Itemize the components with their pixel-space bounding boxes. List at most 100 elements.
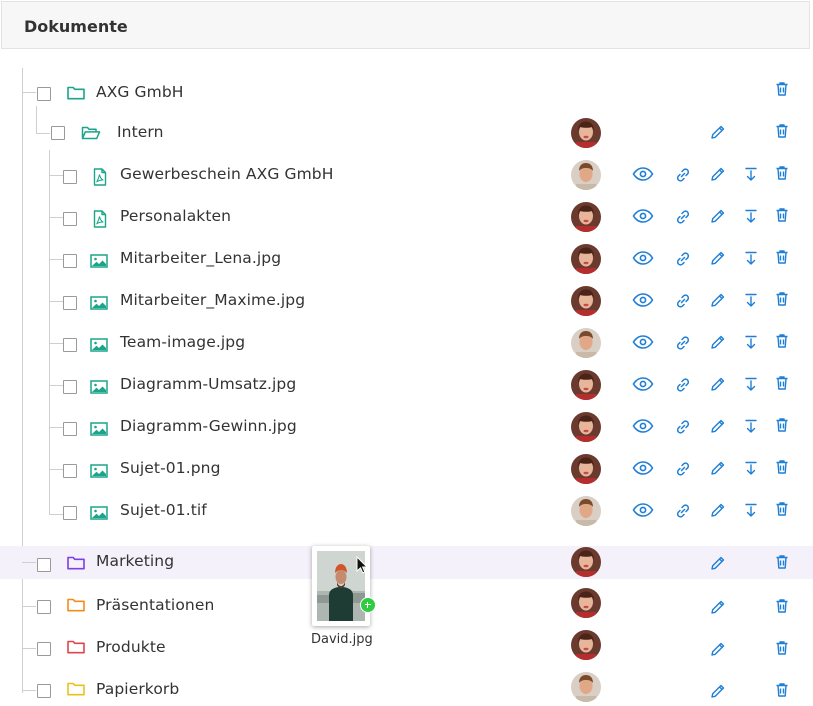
trash-icon[interactable] [773, 164, 791, 182]
eye-icon[interactable] [632, 375, 654, 393]
pencil-icon[interactable] [709, 417, 727, 435]
folder-name: Produkte [96, 638, 166, 656]
download-icon[interactable] [742, 501, 760, 519]
row-checkbox[interactable] [37, 600, 51, 614]
download-icon[interactable] [742, 249, 760, 267]
pencil-icon[interactable] [709, 249, 727, 267]
folder-icon [66, 637, 86, 657]
row-checkbox[interactable] [63, 464, 77, 478]
file-row[interactable]: Diagramm-Gewinn.jpg [0, 410, 813, 444]
trash-icon[interactable] [773, 500, 791, 518]
file-row[interactable]: Gewerbeschein AXG GmbH [0, 158, 813, 192]
row-checkbox[interactable] [63, 296, 77, 310]
eye-icon[interactable] [632, 291, 654, 309]
download-icon[interactable] [742, 375, 760, 393]
tree-row-produkte[interactable]: Produkte [0, 630, 813, 664]
pencil-icon[interactable] [709, 123, 727, 141]
link-icon[interactable] [674, 502, 692, 520]
pencil-icon[interactable] [709, 459, 727, 477]
avatar-woman [571, 202, 601, 232]
eye-icon[interactable] [632, 417, 654, 435]
download-icon[interactable] [742, 207, 760, 225]
download-icon[interactable] [742, 417, 760, 435]
avatar-woman [571, 412, 601, 442]
file-name: Sujet-01.tif [120, 501, 207, 519]
download-icon[interactable] [742, 165, 760, 183]
row-checkbox[interactable] [37, 642, 51, 656]
link-icon[interactable] [674, 292, 692, 310]
tree-row-intern[interactable]: Intern [0, 116, 813, 150]
eye-icon[interactable] [632, 207, 654, 225]
link-icon[interactable] [674, 334, 692, 352]
eye-icon[interactable] [632, 333, 654, 351]
row-checkbox[interactable] [63, 380, 77, 394]
folder-name: Intern [117, 123, 164, 141]
file-row[interactable]: Sujet-01.png [0, 452, 813, 486]
trash-icon[interactable] [773, 597, 791, 615]
download-icon[interactable] [742, 291, 760, 309]
file-name: Mitarbeiter_Maxime.jpg [120, 291, 306, 309]
row-checkbox[interactable] [63, 254, 77, 268]
trash-icon[interactable] [773, 80, 791, 98]
trash-icon[interactable] [773, 553, 791, 571]
pencil-icon[interactable] [709, 501, 727, 519]
pencil-icon[interactable] [709, 207, 727, 225]
pencil-icon[interactable] [709, 640, 727, 658]
pdf-file-icon [90, 167, 110, 187]
tree-row-marketing[interactable]: Marketing [0, 546, 813, 579]
link-icon[interactable] [674, 208, 692, 226]
row-checkbox[interactable] [63, 212, 77, 226]
row-checkbox[interactable] [37, 87, 51, 101]
row-checkbox[interactable] [51, 126, 65, 140]
trash-icon[interactable] [773, 639, 791, 657]
trash-icon[interactable] [773, 248, 791, 266]
file-row[interactable]: Sujet-01.tif [0, 494, 813, 528]
download-icon[interactable] [742, 459, 760, 477]
file-row[interactable]: Mitarbeiter_Lena.jpg [0, 242, 813, 276]
trash-icon[interactable] [773, 122, 791, 140]
trash-icon[interactable] [773, 206, 791, 224]
row-checkbox[interactable] [37, 558, 51, 572]
avatar-woman [571, 118, 601, 148]
trash-icon[interactable] [773, 290, 791, 308]
file-row[interactable]: Mitarbeiter_Maxime.jpg [0, 284, 813, 318]
file-row[interactable]: Personalakten [0, 200, 813, 234]
link-icon[interactable] [674, 376, 692, 394]
trash-icon[interactable] [773, 332, 791, 350]
eye-icon[interactable] [632, 249, 654, 267]
tree-row-papierkorb[interactable]: Papierkorb [0, 672, 813, 706]
row-checkbox[interactable] [63, 170, 77, 184]
tree-row-axg[interactable]: AXG GmbH [0, 76, 813, 110]
link-icon[interactable] [674, 166, 692, 184]
row-checkbox[interactable] [37, 684, 51, 698]
tree-row-praesentationen[interactable]: Präsentationen [0, 588, 813, 622]
pencil-icon[interactable] [709, 333, 727, 351]
row-checkbox[interactable] [63, 338, 77, 352]
eye-icon[interactable] [632, 501, 654, 519]
link-icon[interactable] [674, 460, 692, 478]
file-name: Team-image.jpg [120, 333, 246, 351]
eye-icon[interactable] [632, 165, 654, 183]
download-icon[interactable] [742, 333, 760, 351]
link-icon[interactable] [674, 250, 692, 268]
row-checkbox[interactable] [63, 422, 77, 436]
pencil-icon[interactable] [709, 165, 727, 183]
file-row[interactable]: Diagramm-Umsatz.jpg [0, 368, 813, 402]
row-checkbox[interactable] [63, 506, 77, 520]
trash-icon[interactable] [773, 416, 791, 434]
trash-icon[interactable] [773, 374, 791, 392]
file-name: Diagramm-Gewinn.jpg [120, 417, 297, 435]
pencil-icon[interactable] [709, 598, 727, 616]
pdf-file-icon [90, 209, 110, 229]
eye-icon[interactable] [632, 459, 654, 477]
pencil-icon[interactable] [709, 291, 727, 309]
avatar-man [571, 672, 601, 702]
pencil-icon[interactable] [709, 682, 727, 700]
file-row[interactable]: Team-image.jpg [0, 326, 813, 360]
link-icon[interactable] [674, 418, 692, 436]
trash-icon[interactable] [773, 458, 791, 476]
trash-icon[interactable] [773, 681, 791, 699]
pencil-icon[interactable] [709, 375, 727, 393]
pencil-icon[interactable] [709, 554, 727, 572]
image-file-icon [89, 377, 109, 397]
